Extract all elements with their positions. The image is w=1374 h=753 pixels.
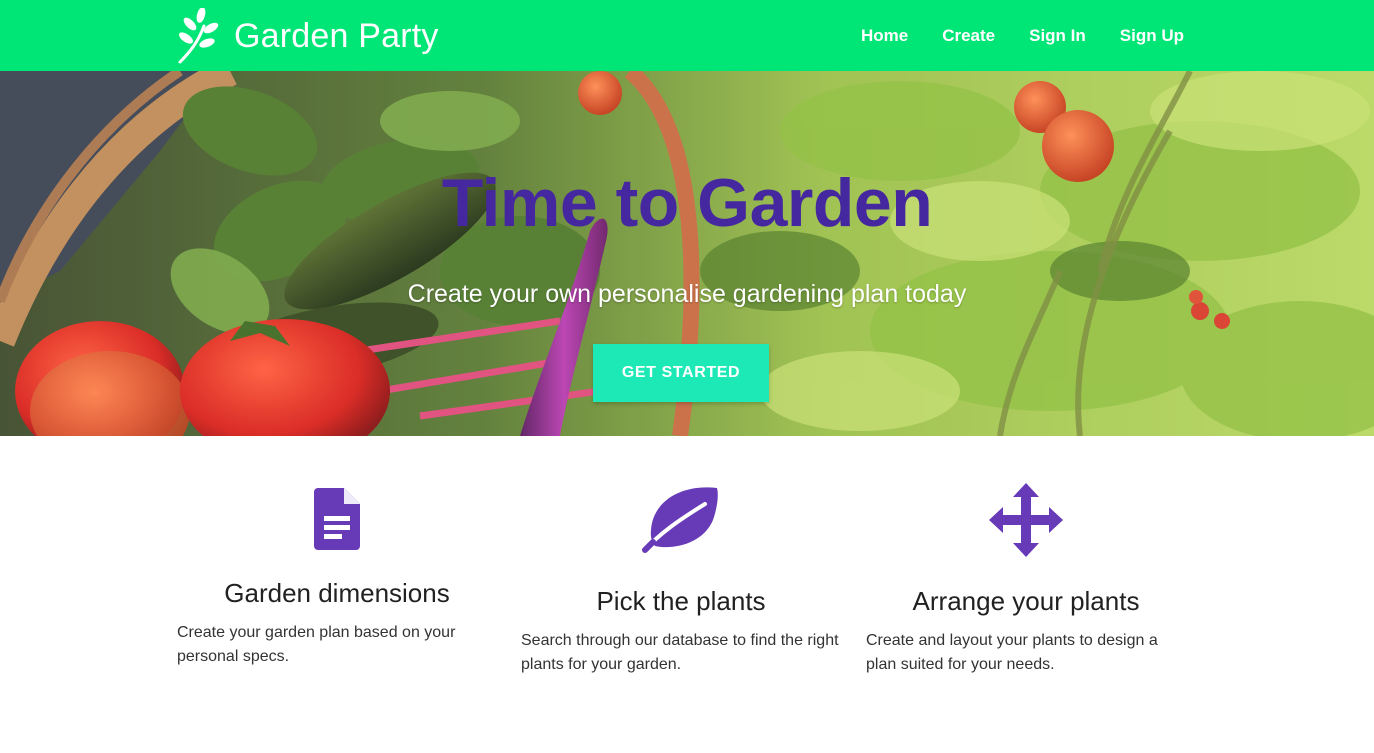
feature-title: Arrange your plants [912,586,1140,616]
feature-pick-the-plants: Pick the plants Search through our datab… [521,480,841,677]
brand-name: Garden Party [234,16,439,55]
move-arrows-icon [989,483,1063,557]
leaf-icon [642,487,718,553]
nav-link-create[interactable]: Create [942,26,995,46]
feature-title: Garden dimensions [224,578,450,608]
nav-link-home[interactable]: Home [861,26,908,46]
feature-garden-dimensions: Garden dimensions Create your garden pla… [177,480,497,669]
hero-subtitle: Create your own personalise gardening pl… [407,280,967,308]
brand-logo-link[interactable]: Garden Party [176,8,439,64]
feature-text: Create and layout your plants to design … [866,632,1158,673]
navbar: Garden Party Home Create Sign In Sign Up [0,0,1374,71]
nav-link-sign-up[interactable]: Sign Up [1120,26,1184,46]
hero-title: Time to Garden [441,165,933,241]
feature-arrange-your-plants: Arrange your plants Create and layout yo… [866,480,1186,677]
nav-link-sign-in[interactable]: Sign In [1029,26,1086,46]
leaf-sprig-icon [178,8,219,64]
feature-text: Create your garden plan based on your pe… [177,624,456,665]
feature-title: Pick the plants [596,586,766,616]
get-started-button[interactable]: GET STARTED [593,344,769,402]
nav-links: Home Create Sign In Sign Up [827,0,1184,71]
hero-section: Time to Garden Create your own personali… [0,71,1374,436]
feature-text: Search through our database to find the … [521,632,839,673]
document-icon [314,488,360,550]
